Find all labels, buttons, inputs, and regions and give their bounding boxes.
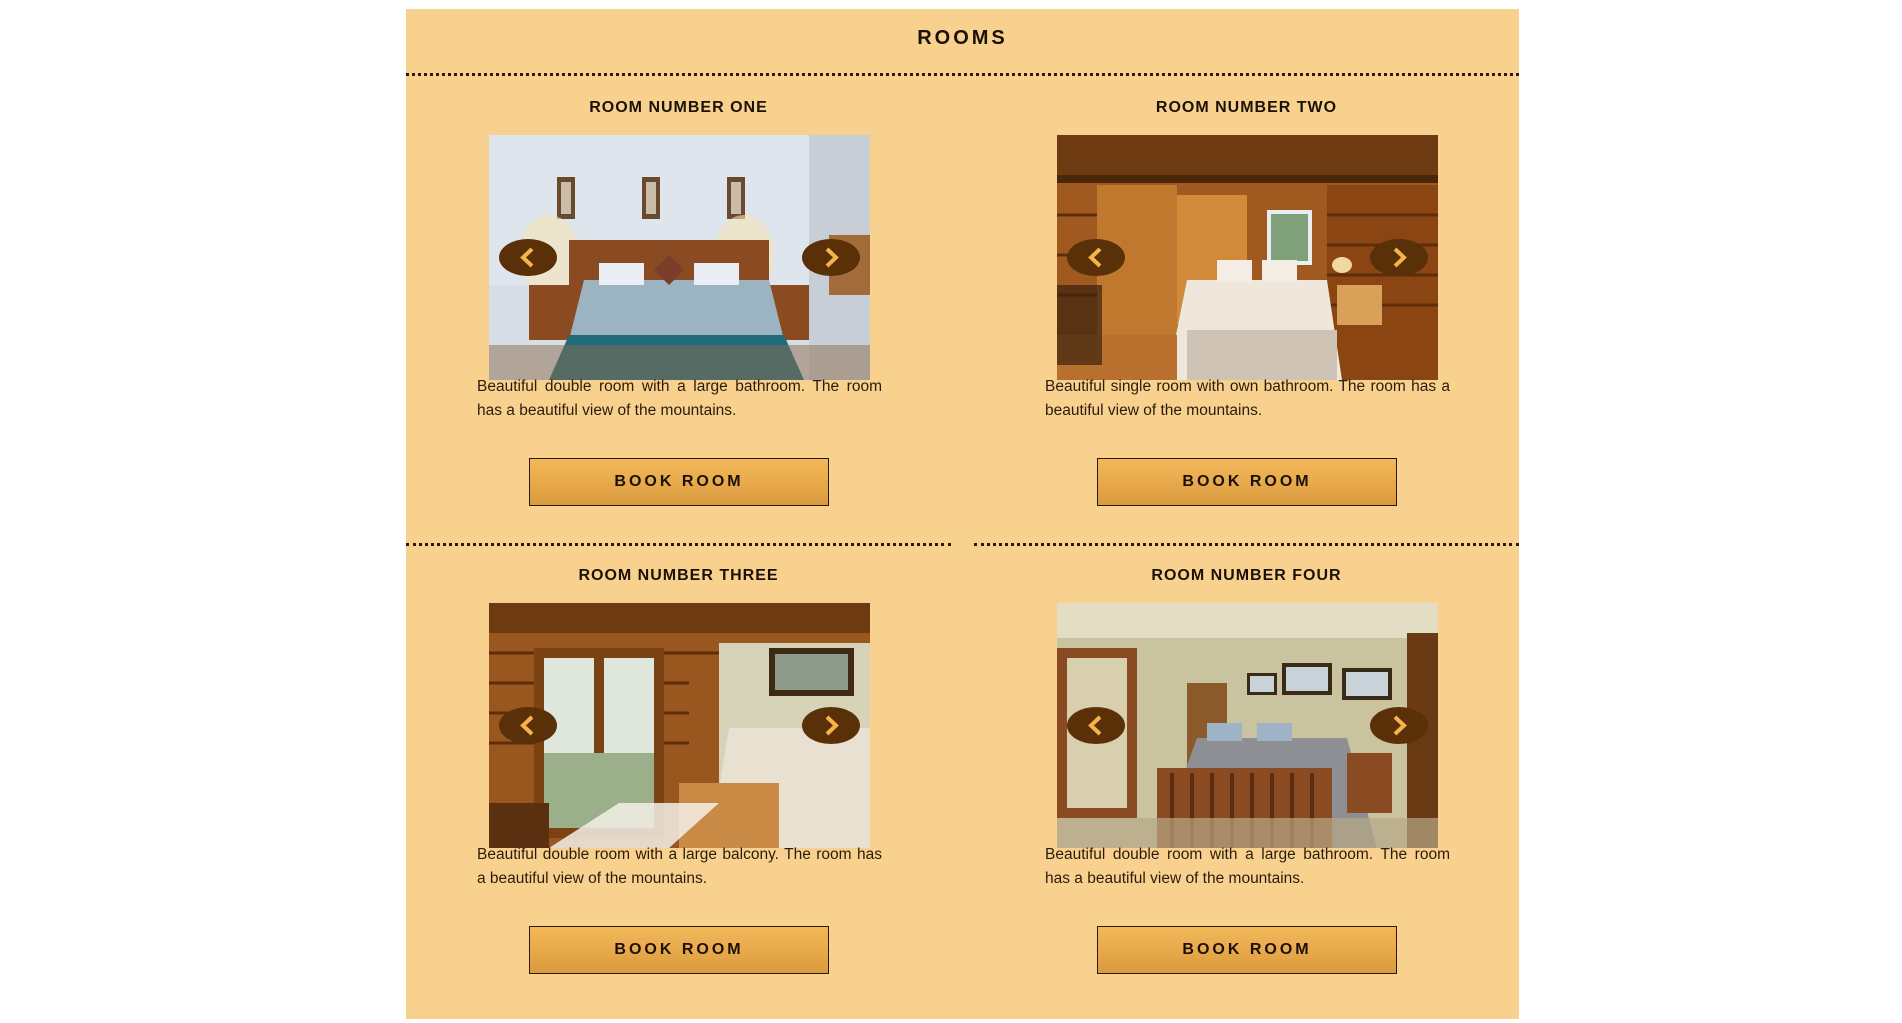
room-description: Beautiful double room with a large bathr… [1045, 846, 1450, 887]
row-divider-right [974, 543, 1519, 546]
carousel-next-button[interactable] [802, 239, 860, 276]
row-divider-left [406, 543, 951, 546]
chevron-left-icon [1088, 715, 1102, 736]
room-photo [489, 603, 870, 848]
book-room-button[interactable]: BOOK ROOM [529, 926, 829, 974]
room-description: Beautiful single room with own bathroom.… [1045, 378, 1450, 419]
section-title: ROOMS [917, 27, 1008, 49]
room-photo [489, 135, 870, 380]
carousel-next-button[interactable] [802, 707, 860, 744]
room-photo [1057, 135, 1438, 380]
title-divider [406, 73, 1519, 76]
rooms-panel: ROOMS ROOM NUMBER ONE Beautiful double r… [406, 9, 1519, 1019]
room-description: Beautiful double room with a large balco… [477, 846, 882, 887]
room-title: ROOM NUMBER FOUR [1151, 567, 1342, 584]
book-room-button[interactable]: BOOK ROOM [1097, 458, 1397, 506]
carousel-next-button[interactable] [1370, 707, 1428, 744]
chevron-right-icon [1393, 715, 1407, 736]
book-room-button[interactable]: BOOK ROOM [529, 458, 829, 506]
book-room-button[interactable]: BOOK ROOM [1097, 926, 1397, 974]
room-title: ROOM NUMBER TWO [1155, 99, 1338, 116]
carousel-prev-button[interactable] [499, 707, 557, 744]
chevron-left-icon [1088, 247, 1102, 268]
carousel-prev-button[interactable] [499, 239, 557, 276]
chevron-right-icon [825, 715, 839, 736]
carousel-prev-button[interactable] [1067, 239, 1125, 276]
room-title: ROOM NUMBER ONE [589, 99, 768, 116]
room-title: ROOM NUMBER THREE [578, 567, 779, 584]
carousel-next-button[interactable] [1370, 239, 1428, 276]
chevron-left-icon [520, 247, 534, 268]
chevron-right-icon [1393, 247, 1407, 268]
carousel-prev-button[interactable] [1067, 707, 1125, 744]
chevron-right-icon [825, 247, 839, 268]
chevron-left-icon [520, 715, 534, 736]
room-photo [1057, 603, 1438, 848]
room-description: Beautiful double room with a large bathr… [477, 378, 882, 419]
